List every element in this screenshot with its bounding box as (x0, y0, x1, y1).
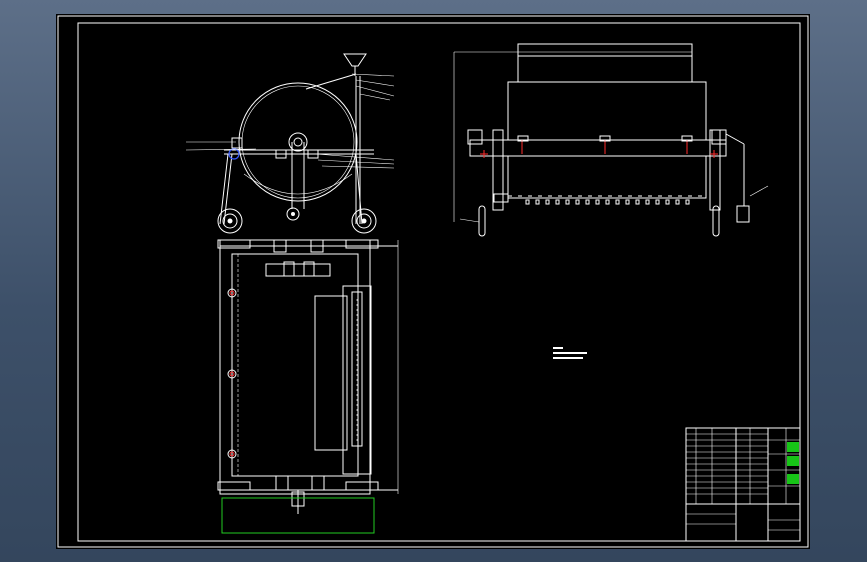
title-block (685, 427, 801, 542)
top-view (217, 239, 399, 534)
feed-hopper (343, 53, 367, 67)
inner-border (77, 22, 801, 542)
front-view (453, 43, 769, 237)
side-view (185, 53, 395, 234)
outer-border (57, 15, 809, 548)
main-beam (469, 139, 727, 157)
drum-circle (238, 82, 358, 202)
title-block-highlight (787, 442, 799, 452)
cad-drawing (57, 15, 809, 548)
technical-notes (553, 347, 587, 359)
machine-body (507, 81, 707, 141)
drawing-sheet (56, 14, 810, 549)
